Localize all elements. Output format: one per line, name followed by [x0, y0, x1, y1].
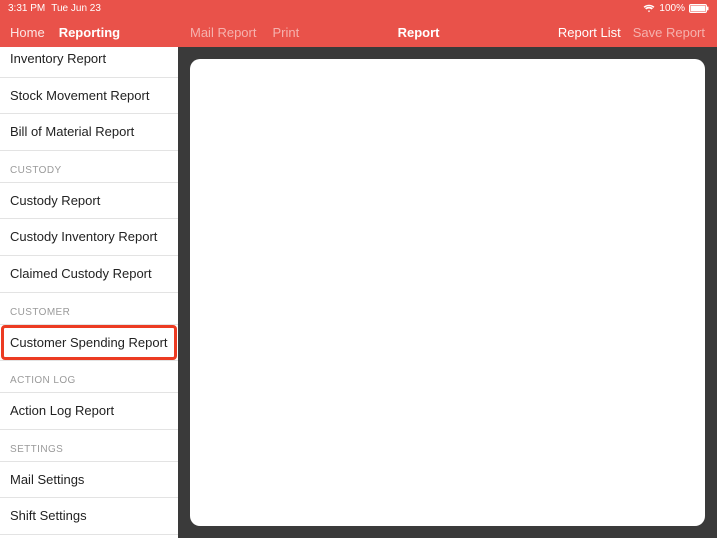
main-header: Mail Report Print Report Report List Sav…: [178, 17, 717, 47]
list-item-mail-settings[interactable]: Mail Settings: [0, 462, 178, 499]
page-title: Report: [279, 25, 558, 40]
report-canvas-wrap: [178, 47, 717, 538]
section-header-custody: CUSTODY: [0, 151, 178, 183]
sidebar-title: Reporting: [59, 25, 120, 40]
mail-report-button[interactable]: Mail Report: [190, 25, 256, 40]
list-item-stock-movement-report[interactable]: Stock Movement Report: [0, 78, 178, 115]
sidebar-header: Home Reporting: [0, 17, 178, 47]
list-item-label: Stock Movement Report: [10, 88, 149, 103]
section-header-settings: SETTINGS: [0, 430, 178, 462]
list-item-claimed-custody-report[interactable]: Claimed Custody Report: [0, 256, 178, 293]
battery-percentage: 100%: [659, 3, 685, 14]
sidebar: Home Reporting Inventory Report Stock Mo…: [0, 17, 178, 538]
list-item-label: Shift Settings: [10, 508, 87, 523]
list-item-label: Bill of Material Report: [10, 124, 134, 139]
sidebar-list: Inventory Report Stock Movement Report B…: [0, 47, 178, 538]
status-bar: 3:31 PM Tue Jun 23 100%: [0, 0, 717, 17]
wifi-icon: [643, 4, 655, 13]
list-item-label: Customer Spending Report: [10, 335, 168, 350]
report-list-button[interactable]: Report List: [558, 25, 621, 40]
save-report-button[interactable]: Save Report: [633, 25, 705, 40]
list-item-bill-of-material-report[interactable]: Bill of Material Report: [0, 114, 178, 151]
list-item-action-log-report[interactable]: Action Log Report: [0, 393, 178, 430]
main-area: Mail Report Print Report Report List Sav…: [178, 17, 717, 538]
status-date: Tue Jun 23: [51, 3, 101, 14]
section-header-action-log: ACTION LOG: [0, 361, 178, 393]
home-button[interactable]: Home: [10, 25, 45, 40]
list-item-shift-settings[interactable]: Shift Settings: [0, 498, 178, 535]
list-item-label: Claimed Custody Report: [10, 266, 152, 281]
list-item-label: Custody Report: [10, 193, 100, 208]
list-item-label: Mail Settings: [10, 472, 84, 487]
status-time: 3:31 PM: [8, 3, 45, 14]
list-item-inventory-report[interactable]: Inventory Report: [0, 47, 178, 78]
section-header-customer: CUSTOMER: [0, 293, 178, 325]
list-item-label: Action Log Report: [10, 403, 114, 418]
list-item-custody-inventory-report[interactable]: Custody Inventory Report: [0, 219, 178, 256]
list-item-label: Inventory Report: [10, 51, 106, 66]
list-item-label: Custody Inventory Report: [10, 229, 157, 244]
list-item-customer-spending-report[interactable]: Customer Spending Report: [0, 325, 178, 362]
list-item-custody-report[interactable]: Custody Report: [0, 183, 178, 220]
report-canvas: [190, 59, 705, 526]
battery-icon: [689, 4, 709, 13]
